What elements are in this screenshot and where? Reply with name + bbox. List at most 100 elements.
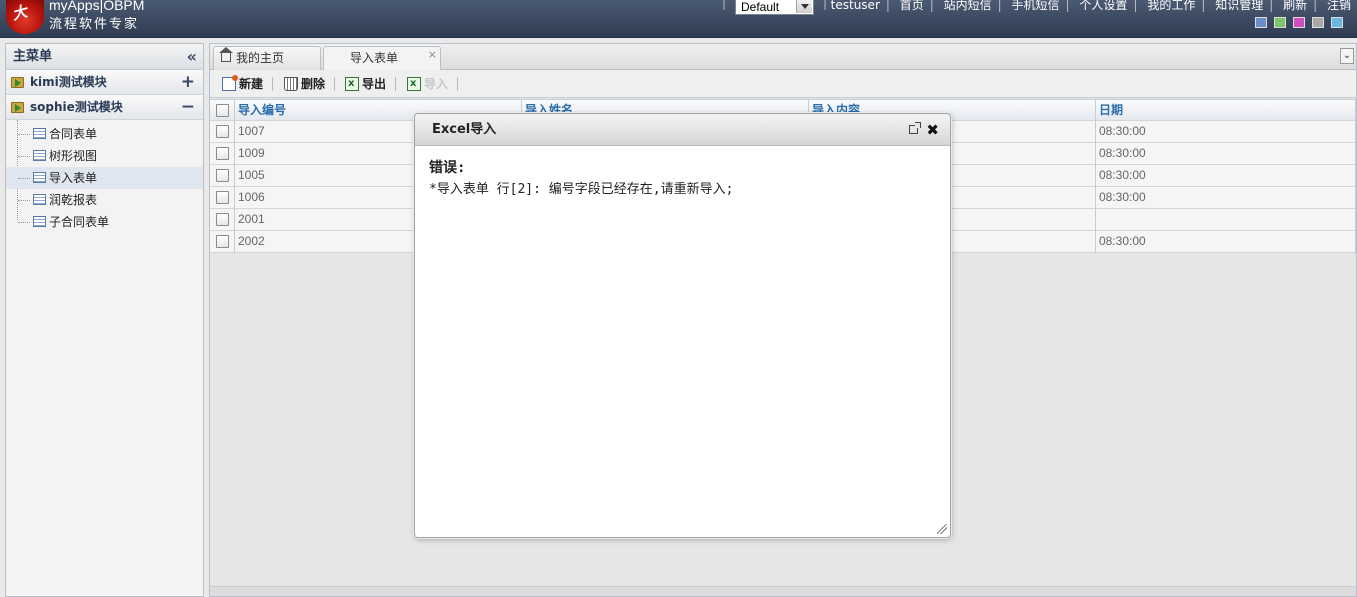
toolbar: 新建 删除 导出 导入 (210, 70, 1356, 98)
import-label: 导入 (424, 77, 449, 91)
select-all-checkbox[interactable] (216, 104, 229, 117)
excel-import-icon (407, 75, 421, 93)
nav-home[interactable]: 首页 (900, 0, 924, 12)
form-icon (33, 128, 46, 139)
nav-user[interactable]: testuser (831, 0, 880, 12)
nav-settings[interactable]: 个人设置 (1079, 0, 1127, 12)
row-select-cell (210, 165, 235, 187)
sidebar-item-label: 合同表单 (49, 127, 98, 141)
export-label: 导出 (362, 77, 387, 91)
nav-knowledge[interactable]: 知识管理 (1215, 0, 1263, 12)
row-select-cell (210, 143, 235, 165)
trash-icon (284, 77, 298, 91)
nav-logout[interactable]: 注销 (1327, 0, 1351, 12)
sidebar-item-label: 导入表单 (49, 171, 98, 185)
module-label: kimi测试模块 (30, 75, 107, 89)
nav-separator: | (722, 0, 727, 10)
sidebar-item-contract-form[interactable]: 合同表单 (6, 123, 203, 145)
expand-icon[interactable]: + (181, 70, 195, 95)
nav-my-work[interactable]: 我的工作 (1147, 0, 1195, 12)
form-icon (33, 150, 46, 161)
sidebar-item-tree-view[interactable]: 树形视图 (6, 145, 203, 167)
row-select-cell (210, 121, 235, 143)
brand-title: myApps|OBPM (49, 0, 145, 13)
form-icon (33, 216, 46, 227)
import-button[interactable]: 导入 (407, 75, 448, 93)
home-icon (219, 47, 233, 62)
cell-date (1096, 209, 1356, 231)
sidebar-item-sub-contract-form[interactable]: 子合同表单 (6, 211, 203, 233)
row-select-cell (210, 231, 235, 253)
header-select-cell (210, 100, 235, 122)
brand-subtitle: 流程软件专家 (49, 17, 140, 32)
cell-date: 08:30:00 (1096, 165, 1356, 187)
popout-icon[interactable] (909, 122, 921, 134)
row-checkbox[interactable] (216, 191, 229, 204)
row-checkbox[interactable] (216, 147, 229, 160)
tab-bar: 我的主页 导入表单 × ⌄ (210, 44, 1356, 71)
collapse-icon[interactable]: − (181, 95, 195, 120)
sidebar-module-sophie[interactable]: sophie测试模块 − (6, 95, 203, 120)
skin-select[interactable]: Default (735, 0, 814, 15)
export-button[interactable]: 导出 (345, 75, 386, 93)
excel-export-icon (345, 75, 359, 93)
new-icon (222, 75, 238, 91)
sidebar-item-import-form[interactable]: 导入表单 (6, 167, 203, 189)
sidebar-item-label: 子合同表单 (49, 215, 110, 229)
module-icon (11, 77, 24, 88)
resize-handle-icon[interactable] (937, 524, 947, 534)
chevron-down-icon[interactable] (796, 0, 812, 13)
toolbar-separator (272, 77, 273, 91)
skin-swatch-blue[interactable] (1255, 17, 1267, 28)
close-icon[interactable]: × (428, 44, 437, 66)
row-select-cell (210, 209, 235, 231)
tab-import-form[interactable]: 导入表单 × (323, 46, 441, 71)
skin-swatch-pink[interactable] (1293, 17, 1305, 28)
error-title: 错误: (429, 160, 466, 176)
nav-messages[interactable]: 站内短信 (944, 0, 992, 12)
cell-date: 08:30:00 (1096, 143, 1356, 165)
skin-swatch-lightblue[interactable] (1331, 17, 1343, 28)
status-bar (210, 586, 1356, 596)
tree-connector (18, 200, 30, 201)
toolbar-separator (334, 77, 335, 91)
new-button[interactable]: 新建 (222, 75, 263, 93)
top-nav: testuser | 首页 | 站内短信 | 手机短信 | 个人设置 | 我的工作 | 知识… (830, 0, 1351, 12)
cell-date: 08:30:00 (1096, 231, 1356, 253)
skin-select-value: Default (741, 0, 780, 14)
toolbar-separator (457, 77, 458, 91)
dialog-title: Excel导入 (432, 122, 497, 137)
nav-sms[interactable]: 手机短信 (1012, 0, 1060, 12)
row-checkbox[interactable] (216, 169, 229, 182)
form-icon (33, 172, 46, 183)
row-checkbox[interactable] (216, 125, 229, 138)
sidebar-item-label: 润乾报表 (49, 193, 98, 207)
skin-swatch-gray[interactable] (1312, 17, 1324, 28)
sidebar-title: 主菜单 (13, 49, 53, 64)
tab-home[interactable]: 我的主页 (213, 46, 321, 70)
row-checkbox[interactable] (216, 235, 229, 248)
close-icon[interactable]: ✖ (926, 114, 939, 146)
skin-swatch-green[interactable] (1274, 17, 1286, 28)
tree-connector (18, 178, 30, 179)
dialog-titlebar[interactable]: Excel导入 ✖ (415, 114, 950, 146)
delete-label: 删除 (301, 77, 326, 91)
cell-date: 08:30:00 (1096, 121, 1356, 143)
column-header[interactable]: 日期 (1096, 100, 1356, 122)
chevron-down-icon[interactable]: ⌄ (1340, 48, 1354, 64)
error-message: *导入表单 行[2]: 编号字段已经存在,请重新导入; (429, 182, 734, 197)
sidebar-item-runqian-report[interactable]: 润乾报表 (6, 189, 203, 211)
logo-icon: 大 (6, 0, 44, 34)
sidebar-header: 主菜单 « (6, 44, 203, 70)
nav-refresh[interactable]: 刷新 (1283, 0, 1307, 12)
delete-button[interactable]: 删除 (284, 75, 325, 93)
sidebar-module-kimi[interactable]: kimi测试模块 + (6, 70, 203, 95)
skin-swatches (1255, 17, 1343, 28)
tab-label: 我的主页 (236, 51, 285, 65)
row-checkbox[interactable] (216, 213, 229, 226)
sidebar: 主菜单 « kimi测试模块 + sophie测试模块 − 合同表单 树形视图 … (5, 43, 204, 597)
form-icon (33, 194, 46, 205)
excel-import-dialog: Excel导入 ✖ 错误: *导入表单 行[2]: 编号字段已经存在,请重新导入… (414, 113, 951, 538)
module-icon (11, 102, 24, 113)
collapse-sidebar-icon[interactable]: « (187, 44, 197, 70)
